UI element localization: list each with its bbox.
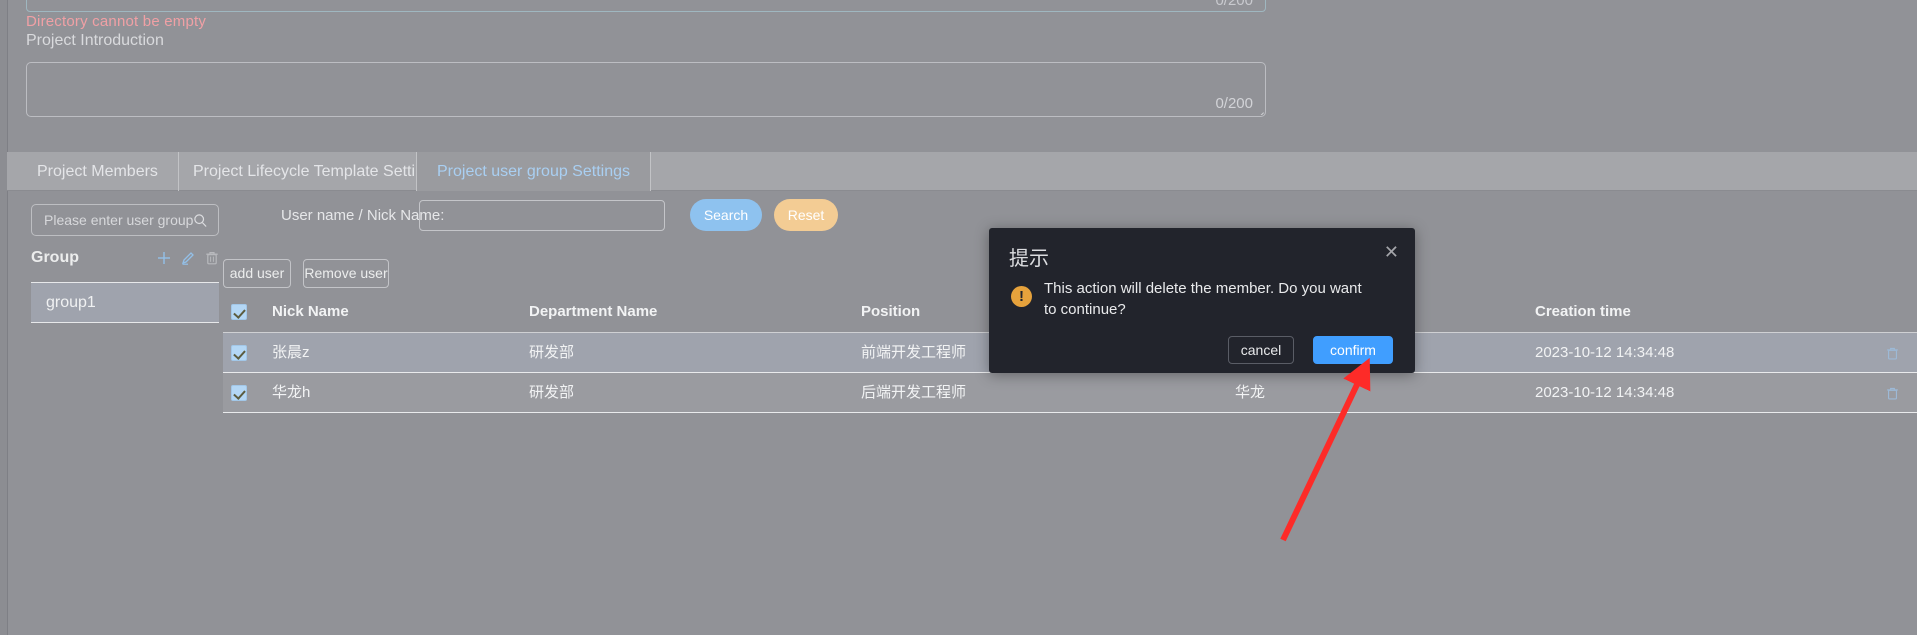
group-list-item-group1[interactable]: group1 bbox=[31, 283, 219, 322]
group-sidebar: Please enter user group Group group1 bbox=[8, 191, 223, 635]
dialog-message: This action will delete the member. Do y… bbox=[1044, 280, 1362, 318]
app-screen: 0/200 Directory cannot be empty Project … bbox=[0, 0, 1917, 635]
add-user-button[interactable]: add user bbox=[223, 259, 291, 288]
project-introduction-textarea[interactable]: 0/200 bbox=[26, 62, 1266, 117]
introduction-char-counter: 0/200 bbox=[1215, 95, 1253, 112]
close-icon[interactable]: ✕ bbox=[1384, 243, 1399, 261]
row-select-cell bbox=[231, 373, 261, 412]
user-search-input[interactable] bbox=[419, 200, 665, 231]
cell-nick-name: 华龙h bbox=[272, 384, 311, 401]
cell-operation bbox=[1885, 333, 1900, 372]
group-list: group1 bbox=[31, 282, 219, 323]
group-header: Group bbox=[31, 249, 219, 273]
cell-position: 前端开发工程师 bbox=[861, 344, 967, 361]
cell-department-name: 研发部 bbox=[529, 344, 575, 361]
row-checkbox[interactable] bbox=[231, 344, 247, 361]
group-search-input[interactable]: Please enter user group bbox=[31, 204, 219, 236]
cell-creation-time: 2023-10-12 14:34:48 bbox=[1535, 384, 1675, 401]
cancel-button[interactable]: cancel bbox=[1228, 336, 1294, 364]
table-row[interactable]: 华龙h 研发部 后端开发工程师 华龙 2023-10-12 14:34:48 bbox=[223, 373, 1917, 413]
tab-project-user-group-settings[interactable]: Project user group Settings bbox=[416, 152, 651, 191]
warning-icon: ! bbox=[1011, 286, 1032, 307]
row-select-cell bbox=[231, 333, 261, 372]
row-checkbox[interactable] bbox=[231, 384, 247, 401]
confirm-delete-dialog: 提示 ✕ ! This action will delete the membe… bbox=[989, 228, 1415, 373]
confirm-button[interactable]: confirm bbox=[1313, 336, 1393, 364]
trash-icon[interactable] bbox=[204, 250, 220, 271]
group-search-placeholder: Please enter user group bbox=[44, 212, 194, 228]
row-delete-trash-icon[interactable] bbox=[1885, 344, 1900, 361]
search-button[interactable]: Search bbox=[690, 199, 762, 231]
project-introduction-label: Project Introduction bbox=[26, 32, 164, 49]
directory-input[interactable]: 0/200 bbox=[26, 0, 1266, 12]
pencil-icon[interactable] bbox=[180, 250, 196, 271]
column-header-creation-time[interactable]: Creation time bbox=[1535, 291, 1631, 332]
column-header-position[interactable]: Position bbox=[861, 291, 920, 332]
column-header-department-name[interactable]: Department Name bbox=[529, 291, 657, 332]
cell-operation bbox=[1885, 373, 1900, 412]
directory-char-counter: 0/200 bbox=[1215, 0, 1253, 9]
directory-error-text: Directory cannot be empty bbox=[26, 13, 207, 30]
plus-icon[interactable] bbox=[156, 250, 172, 271]
cell-nick-name: 张晨z bbox=[272, 344, 310, 361]
row-delete-trash-icon[interactable] bbox=[1885, 384, 1900, 401]
resize-grip-icon[interactable] bbox=[1254, 105, 1264, 115]
select-all-checkbox[interactable] bbox=[231, 303, 247, 320]
dialog-title: 提示 bbox=[1009, 248, 1049, 270]
column-header-nick-name[interactable]: Nick Name bbox=[272, 291, 349, 332]
group-title: Group bbox=[31, 249, 79, 266]
tab-project-members[interactable]: Project Members bbox=[17, 152, 179, 191]
reset-button[interactable]: Reset bbox=[774, 199, 838, 231]
header-select-all-cell bbox=[231, 291, 261, 332]
remove-user-button[interactable]: Remove user bbox=[303, 259, 389, 288]
project-form-area: 0/200 Directory cannot be empty Project … bbox=[0, 0, 1917, 152]
cell-department-name: 研发部 bbox=[529, 384, 575, 401]
cell-position: 后端开发工程师 bbox=[861, 384, 967, 401]
cell-creation-time: 2023-10-12 14:34:48 bbox=[1535, 344, 1675, 361]
search-icon[interactable] bbox=[193, 213, 208, 233]
cell-user-name: 华龙 bbox=[1235, 384, 1266, 401]
tab-bar: Project Members Project Lifecycle Templa… bbox=[7, 152, 1917, 191]
